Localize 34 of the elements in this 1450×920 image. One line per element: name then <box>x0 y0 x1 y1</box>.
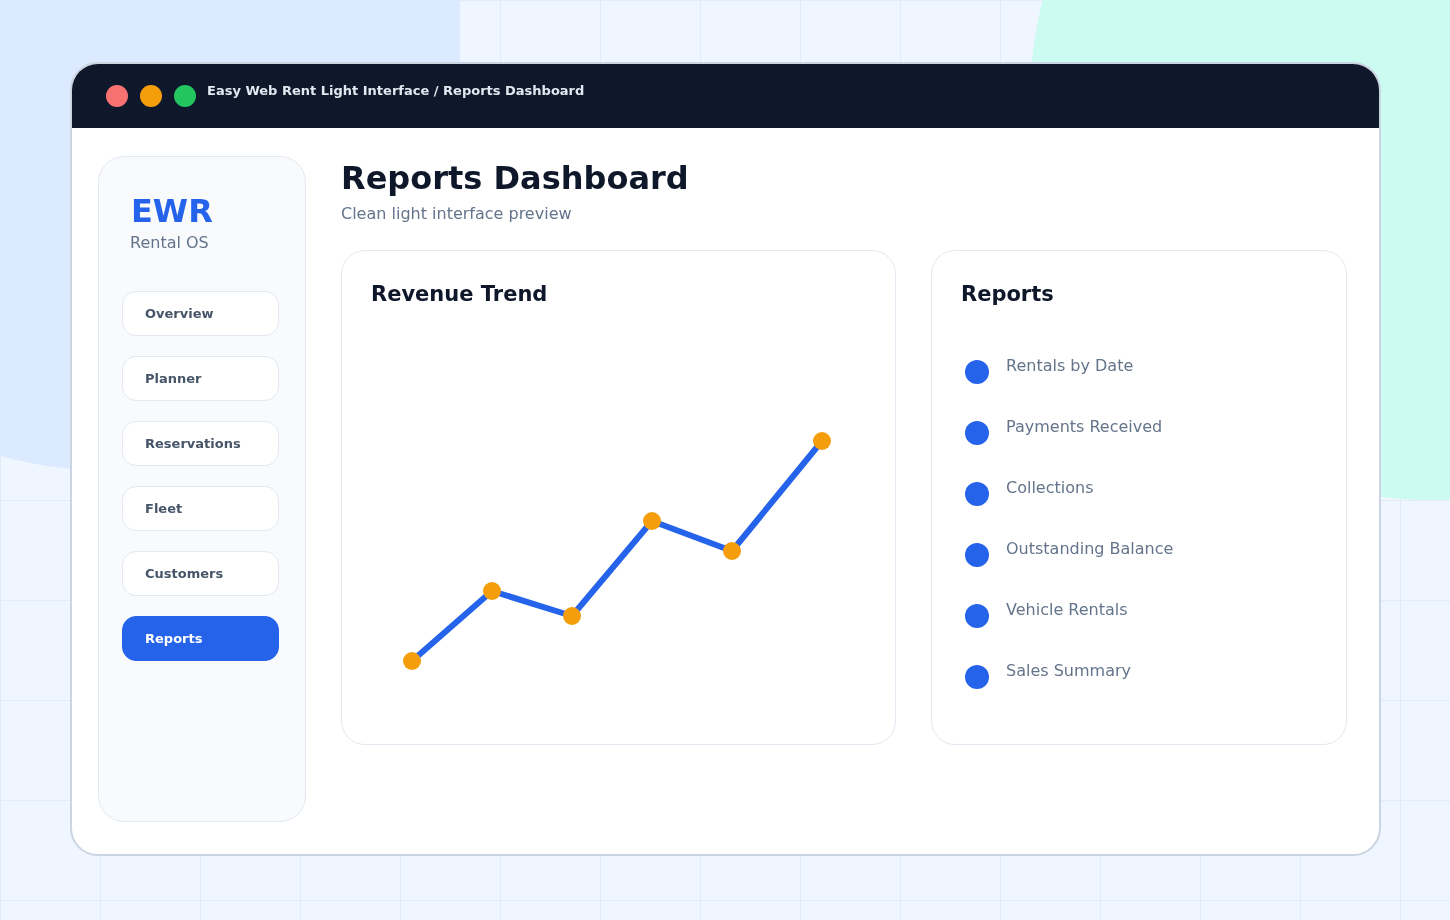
card-title: Reports <box>961 281 1055 308</box>
bullet-icon <box>965 359 989 384</box>
bullet-icon <box>965 664 989 689</box>
nav-item[interactable]: Overview <box>122 291 279 336</box>
close-button[interactable] <box>106 85 128 107</box>
nav-item[interactable]: Customers <box>122 551 279 596</box>
report-link[interactable]: Collections <box>1006 475 1094 500</box>
data-point <box>813 432 831 450</box>
data-point <box>403 652 421 670</box>
bullet-icon <box>965 542 989 567</box>
report-link[interactable]: Rentals by Date <box>1006 353 1134 378</box>
bullet-icon <box>965 420 989 445</box>
nav-item[interactable]: Reports <box>122 616 279 661</box>
card-title: Revenue Trend <box>371 281 549 308</box>
report-link[interactable]: Sales Summary <box>1006 658 1131 683</box>
report-link[interactable]: Payments Received <box>1006 414 1163 439</box>
nav-item[interactable]: Planner <box>122 356 279 401</box>
data-point <box>723 542 741 560</box>
logo: EWR <box>130 193 214 229</box>
data-point <box>483 582 501 600</box>
bullet-icon <box>965 481 989 506</box>
maximize-button[interactable] <box>174 85 196 107</box>
minimize-button[interactable] <box>140 85 162 107</box>
bullet-icon <box>965 603 989 628</box>
page-title: Reports Dashboard <box>341 158 690 198</box>
data-point <box>563 607 581 625</box>
report-link[interactable]: Vehicle Rentals <box>1006 597 1128 622</box>
window-title: Easy Web Rent Light Interface / Reports Dashboard <box>207 82 585 100</box>
page-subtitle: Clean light interface preview <box>341 203 573 225</box>
nav-item[interactable]: Reservations <box>122 421 279 466</box>
report-link[interactable]: Outstanding Balance <box>1006 536 1174 561</box>
nav-item[interactable]: Fleet <box>122 486 279 531</box>
data-point <box>643 512 661 530</box>
logo-subtitle: Rental OS <box>129 232 210 254</box>
